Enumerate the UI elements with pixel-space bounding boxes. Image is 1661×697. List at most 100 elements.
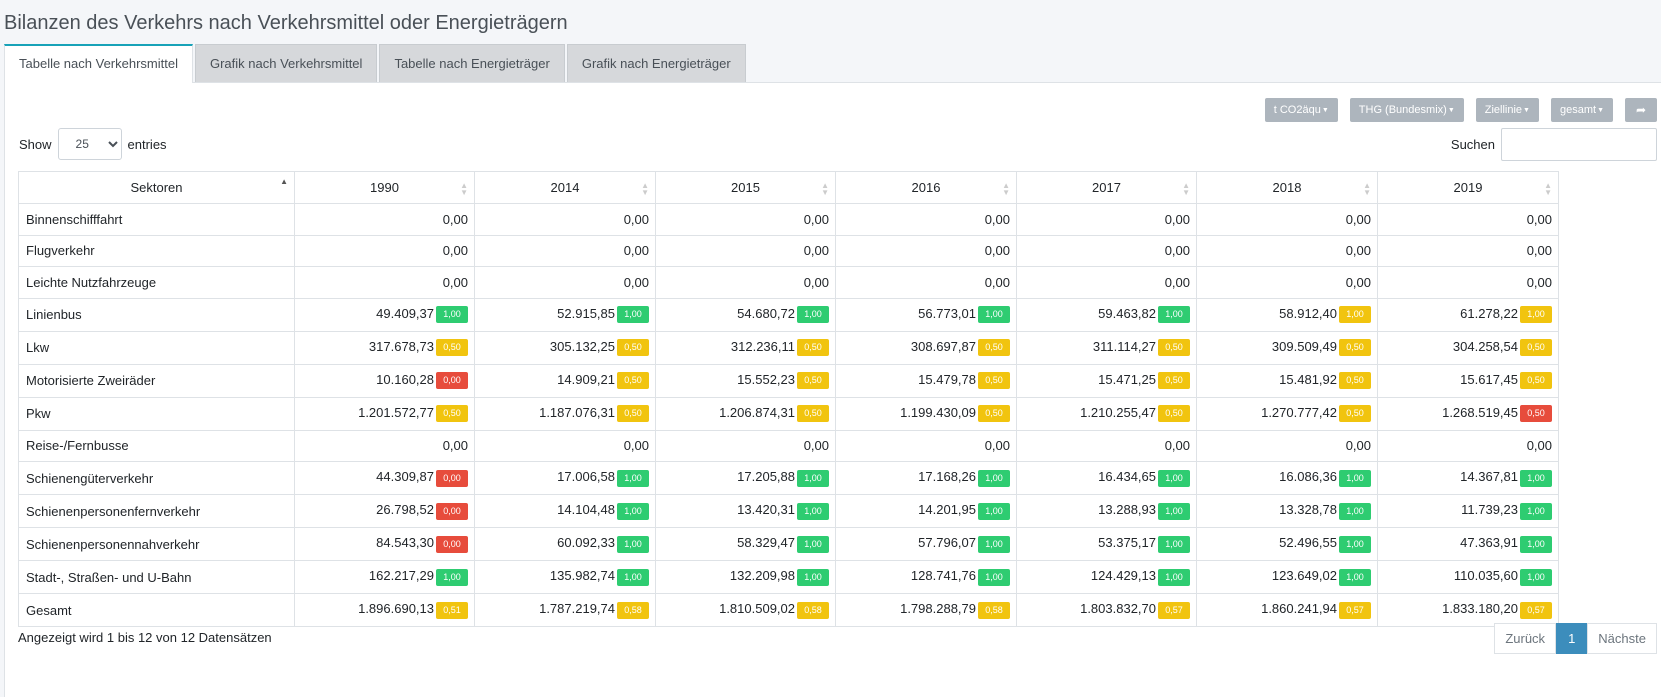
value-cell: 14.367,81 1,00 [1377,461,1559,495]
status-badge: 1,00 [617,568,649,586]
table-row: Reise-/Fernbusse 0,00 0,00 0,00 0,00 0,00 0,00… [18,429,1559,462]
value-cell: 0,00 [655,429,836,462]
column-header-2018[interactable]: 2018 ▲ ▼ [1196,171,1378,204]
value-cell: 0,00 [655,234,836,267]
column-header-sektoren[interactable]: Sektoren ▲ [18,171,295,204]
share-button[interactable]: ➦ [1625,98,1657,122]
column-header-2017[interactable]: 2017 ▲ ▼ [1016,171,1197,204]
status-badge: 1,00 [1339,568,1371,586]
value-cell: 0,00 [1016,234,1197,267]
value-text: 1.206.874,31 [719,404,795,420]
method-dropdown-button[interactable]: THG (Bundesmix)▼ [1349,98,1464,122]
value-text: 52.496,55 [1279,535,1337,551]
value-text: 1.270.777,42 [1261,404,1337,420]
value-text: 0,00 [442,274,468,290]
table-row: Flugverkehr 0,00 0,00 0,00 0,00 0,00 0,00 0,00 [18,234,1559,267]
target-line-dropdown-button[interactable]: Ziellinie▼ [1475,98,1539,122]
value-text: 13.288,93 [1098,502,1156,518]
column-header-2019[interactable]: 2019 ▲ ▼ [1377,171,1559,204]
value-cell: 10.160,28 0,00 [294,363,475,398]
caret-down-icon: ▼ [1321,107,1329,114]
sector-cell: Pkw [18,396,295,431]
status-badge: 0,50 [1339,372,1371,390]
toolbar: t CO2äqu▼ THG (Bundesmix)▼ Ziellinie▼ ge… [1264,98,1657,122]
tab-tabelle-energietraeger[interactable]: Tabelle nach Energieträger [379,44,565,82]
status-badge: 1,00 [978,469,1010,487]
value-cell: 1.810.509,02 0,58 [655,593,836,627]
value-cell: 14.104,48 1,00 [474,494,656,528]
search-input[interactable] [1501,128,1657,161]
value-text: 15.552,23 [737,371,795,387]
status-badge: 1,00 [617,469,649,487]
pagination-next-button[interactable]: Nächste [1587,623,1657,654]
value-text: 26.798,52 [376,502,434,518]
sort-icon: ▲ ▼ [460,181,468,197]
unit-dropdown-button[interactable]: t CO2äqu▼ [1264,98,1338,122]
value-text: 15.471,25 [1098,371,1156,387]
column-header-label: 1990 [370,180,399,195]
column-header-2016[interactable]: 2016 ▲ ▼ [835,171,1017,204]
tab-grafik-energietraeger[interactable]: Grafik nach Energieträger [566,44,746,82]
value-text: 0,00 [1164,438,1190,454]
tab-tabelle-verkehrsmittel[interactable]: Tabelle nach Verkehrsmittel [4,44,193,83]
pagination: Zurück 1 Nächste [1494,623,1657,654]
sort-icon: ▲ ▼ [641,181,649,197]
value-cell: 1.210.255,47 0,50 [1016,396,1197,431]
value-text: 311.114,27 [1092,338,1156,354]
table-row: Linienbus 49.409,37 1,00 52.915,85 1,00 54.68… [18,297,1559,332]
value-text: 52.915,85 [557,305,615,321]
sort-icon: ▲ ▼ [1182,181,1190,197]
tab-grafik-verkehrsmittel[interactable]: Grafik nach Verkehrsmittel [194,44,378,82]
value-text: 14.104,48 [557,502,615,518]
value-text: 60.092,33 [557,535,615,551]
status-badge: 1,00 [1520,502,1552,520]
status-badge: 1,00 [1158,469,1190,487]
value-cell: 0,00 [474,429,656,462]
value-text: 17.006,58 [557,469,615,485]
target-label: Ziellinie [1484,104,1523,116]
scope-dropdown-button[interactable]: gesamt▼ [1550,98,1613,122]
value-text: 57.796,07 [918,535,976,551]
column-header-1990[interactable]: 1990 ▲ ▼ [294,171,475,204]
status-badge: 1,00 [797,568,829,586]
value-text: 14.201,95 [918,502,976,518]
value-cell: 0,00 [1016,203,1197,236]
value-cell: 15.479,78 0,50 [835,363,1017,398]
status-badge: 1,00 [797,502,829,520]
value-cell: 0,00 [1377,234,1559,267]
show-label: Show [19,136,52,152]
value-text: 56.773,01 [918,305,976,321]
value-text: 0,00 [1526,274,1552,290]
value-cell: 52.496,55 1,00 [1196,527,1378,561]
search-label: Suchen [1450,137,1495,152]
status-badge: 1,00 [797,535,829,553]
value-text: 1.896.690,13 [358,601,434,617]
table-row: Lkw 317.678,73 0,50 305.132,25 0,50 312.236,1… [18,330,1559,365]
value-text: 0,00 [984,243,1010,259]
value-cell: 0,00 [1377,203,1559,236]
column-header-2014[interactable]: 2014 ▲ ▼ [474,171,656,204]
value-cell: 15.471,25 0,50 [1016,363,1197,398]
pagination-prev-button[interactable]: Zurück [1494,623,1557,654]
pagination-page-button[interactable]: 1 [1556,623,1588,654]
value-text: 132.209,98 [729,568,795,584]
value-text: 14.367,81 [1460,469,1518,485]
column-header-2015[interactable]: 2015 ▲ ▼ [655,171,836,204]
table-row: Schienengüterverkehr 44.309,87 0,00 17.006,… [18,461,1559,495]
status-badge: 1,00 [1520,535,1552,553]
value-text: 0,00 [1164,274,1190,290]
value-text: 162.217,29 [368,568,434,584]
value-text: 309.509,49 [1271,338,1337,354]
value-cell: 0,00 [294,429,475,462]
value-cell: 13.288,93 1,00 [1016,494,1197,528]
value-cell: 44.309,87 0,00 [294,461,475,495]
status-badge: 0,50 [978,405,1010,423]
status-badge: 0,00 [436,469,468,487]
status-badge: 1,00 [797,306,829,324]
table-header-row: Sektoren ▲ 1990 ▲ ▼ 2014 ▲ ▼ 2015 ▲ ▼ 2016 ▲ ▼ 2017 ▲ ▼ 2… [18,171,1559,204]
value-cell: 110.035,60 1,00 [1377,560,1559,594]
value-text: 0,00 [623,438,649,454]
value-cell: 0,00 [835,234,1017,267]
value-text: 0,00 [1345,438,1371,454]
entries-select[interactable]: 25 [57,128,122,160]
